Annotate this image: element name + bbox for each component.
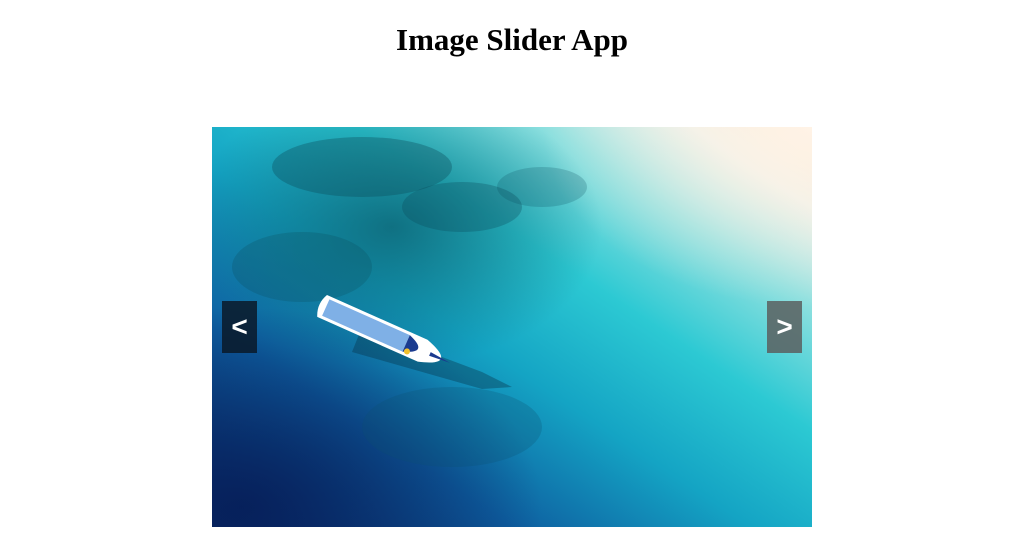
slide-image bbox=[212, 127, 812, 527]
page-title: Image Slider App bbox=[396, 22, 628, 57]
prev-slide-button[interactable]: < bbox=[222, 301, 257, 353]
image-slider: < > bbox=[212, 127, 812, 527]
next-slide-button[interactable]: > bbox=[767, 301, 802, 353]
